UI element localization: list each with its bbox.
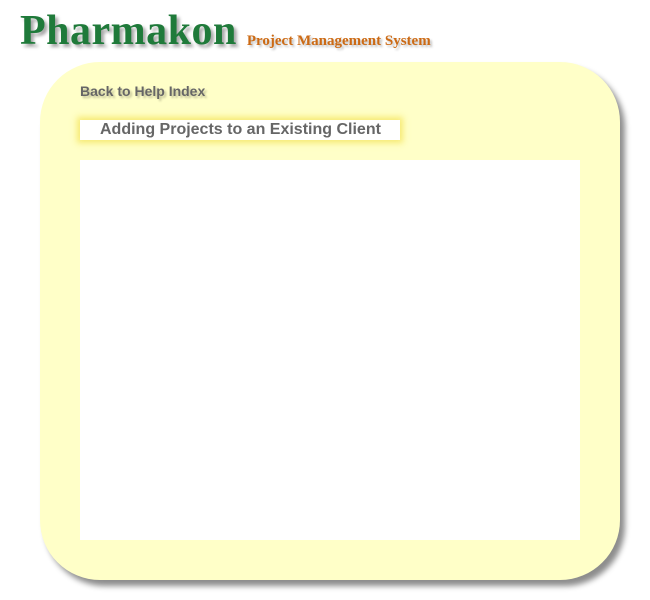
brand-subtitle: Project Management System — [246, 33, 431, 49]
help-panel: Back to Help Index Adding Projects to an… — [40, 62, 620, 580]
page-title: Adding Projects to an Existing Client — [100, 121, 381, 138]
brand-logo-text: Pharmakon — [20, 8, 237, 54]
help-content-area — [80, 160, 580, 540]
page-title-box: Adding Projects to an Existing Client — [80, 120, 400, 140]
back-to-help-index-link[interactable]: Back to Help Index — [80, 83, 205, 99]
site-header: Pharmakon Project Management System — [20, 2, 431, 52]
